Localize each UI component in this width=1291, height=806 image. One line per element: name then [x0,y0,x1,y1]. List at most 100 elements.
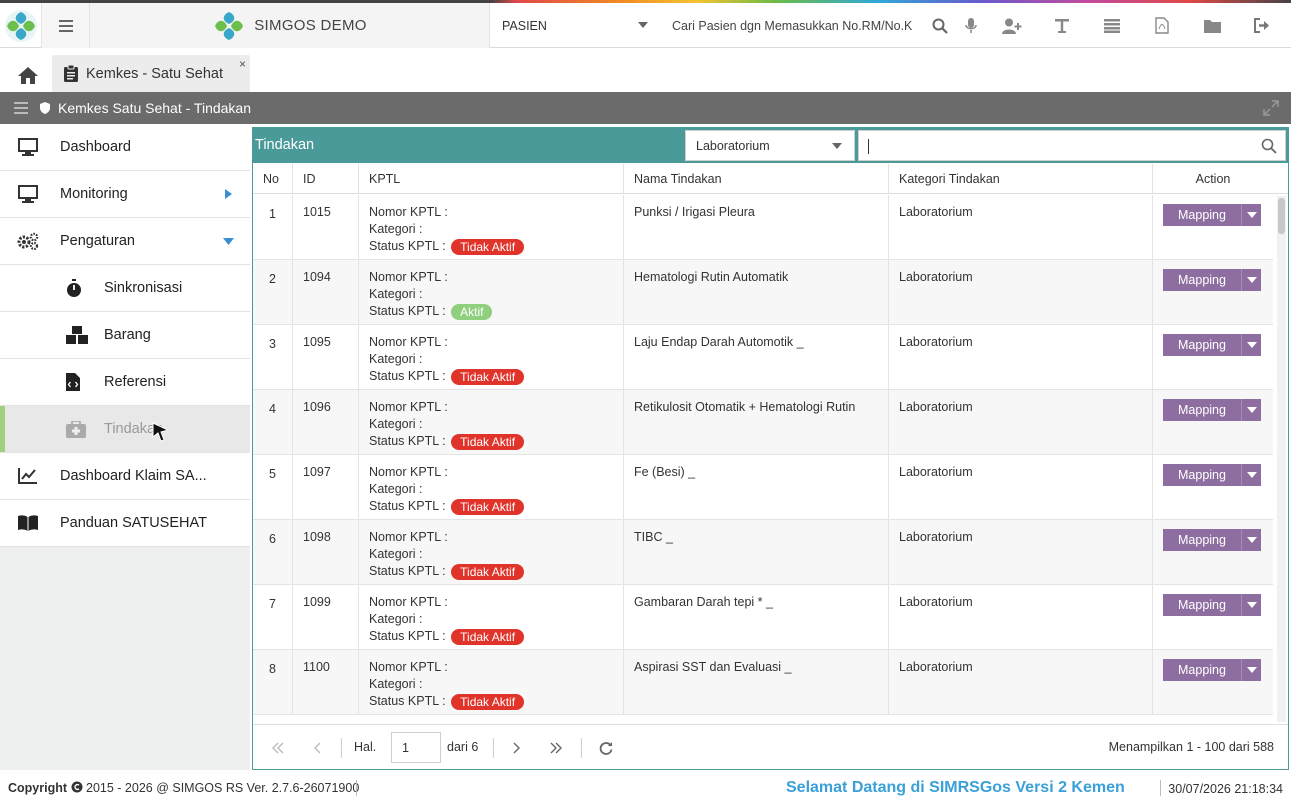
mapping-label: Mapping [1178,533,1226,547]
status-badge: Tidak Aktif [451,563,525,580]
table-row[interactable]: 5 1097 Nomor KPTL : Kategori : Status KPTL :… [253,455,1273,520]
mapping-button[interactable]: Mapping [1163,334,1261,356]
status-badge: Tidak Aktif [451,238,525,255]
column-header-no[interactable]: No [253,164,293,194]
table-row[interactable]: 6 1098 Nomor KPTL : Kategori : Status KPTL :… [253,520,1273,585]
sidebar-item-barang[interactable]: Barang [0,312,250,359]
pdf-icon[interactable] [1137,3,1187,48]
table-row[interactable]: 7 1099 Nomor KPTL : Kategori : Status KPTL :… [253,585,1273,650]
tab-kemkes-satu-sehat[interactable]: Kemkes - Satu Sehat × [52,55,250,92]
chevron-down-icon[interactable] [1241,269,1261,291]
mapping-button[interactable]: Mapping [1163,269,1261,291]
search-icon[interactable] [925,3,955,48]
chevron-down-icon[interactable] [1241,334,1261,356]
search-icon[interactable] [1261,138,1277,154]
scrollbar-thumb[interactable] [1278,198,1285,234]
sidebar-item-tindakan[interactable]: Tindakan [0,406,250,453]
sidebar-item-sinkronisasi[interactable]: Sinkronisasi [0,265,250,312]
mapping-button[interactable]: Mapping [1163,659,1261,681]
text-icon[interactable] [1037,3,1087,48]
list-icon[interactable] [1087,3,1137,48]
kptl-nomor-label: Nomor KPTL : [369,205,448,219]
sidebar-item-dashboard-klaim[interactable]: Dashboard Klaim SA... [0,453,250,500]
sidebar-item-label: Barang [104,327,151,343]
cell-no: 3 [253,325,293,390]
sidebar-item-label: Referensi [104,374,167,390]
pager-separator [581,738,582,758]
table-row[interactable]: 3 1095 Nomor KPTL : Kategori : Status KPTL :… [253,325,1273,390]
mapping-button[interactable]: Mapping [1163,594,1261,616]
chevron-down-icon[interactable] [1241,529,1261,551]
chevron-down-icon[interactable] [1241,204,1261,226]
hamburger-icon[interactable] [14,102,28,114]
column-header-kptl[interactable]: KPTL [359,164,624,194]
menu-toggle-button[interactable] [42,3,90,48]
cell-nama-tindakan: Laju Endap Darah Automotik _ [624,325,889,390]
cell-action: Mapping [1153,325,1273,390]
cell-nama-tindakan: Fe (Besi) _ [624,455,889,520]
chevron-down-icon[interactable] [1241,464,1261,486]
mapping-button[interactable]: Mapping [1163,529,1261,551]
sidebar-item-referensi[interactable]: Referensi [0,359,250,406]
prev-page-button[interactable] [306,738,328,758]
microphone-icon[interactable] [955,3,987,48]
kptl-kategori-label: Kategori : [369,612,423,626]
chevron-down-icon[interactable] [1241,594,1261,616]
cell-no: 7 [253,585,293,650]
sidebar-item-panduan[interactable]: Panduan SATUSEHAT [0,500,250,547]
add-user-icon[interactable] [987,3,1037,48]
medkit-icon [66,420,86,438]
column-header-nama-tindakan[interactable]: Nama Tindakan [624,164,889,194]
folder-icon[interactable] [1187,3,1237,48]
column-header-id[interactable]: ID [293,164,359,194]
table-row[interactable]: 2 1094 Nomor KPTL : Kategori : Status KPTL :… [253,260,1273,325]
mapping-label: Mapping [1178,598,1226,612]
table-header: No ID KPTL Nama Tindakan Kategori Tindak… [253,164,1288,194]
welcome-marquee: Selamat Datang di SIMRSGos Versi 2 Kemen [786,779,1125,796]
status-badge: Tidak Aktif [451,628,525,645]
mapping-button[interactable]: Mapping [1163,464,1261,486]
next-page-button[interactable] [506,738,528,758]
table-row[interactable]: 8 1100 Nomor KPTL : Kategori : Status KPTL :… [253,650,1273,715]
kptl-nomor-label: Nomor KPTL : [369,400,448,414]
app-logo[interactable] [0,3,42,48]
table-row[interactable]: 1 1015 Nomor KPTL : Kategori : Status KPTL :… [253,195,1273,260]
table-row[interactable]: 4 1096 Nomor KPTL : Kategori : Status KPTL :… [253,390,1273,455]
expand-icon[interactable] [1263,100,1279,116]
last-page-button[interactable] [545,738,567,758]
cell-no: 6 [253,520,293,585]
chevron-down-icon[interactable] [1241,399,1261,421]
patient-type-select[interactable]: PASIEN [490,3,660,48]
cell-nama-tindakan: TIBC _ [624,520,889,585]
close-tab-button[interactable]: × [239,57,246,71]
sidebar-item-dashboard[interactable]: Dashboard [0,124,250,171]
mapping-label: Mapping [1178,338,1226,352]
kptl-kategori-label: Kategori : [369,352,423,366]
mapping-button[interactable]: Mapping [1163,204,1261,226]
patient-type-value: PASIEN [502,18,547,33]
logout-icon[interactable] [1237,3,1287,48]
cell-no: 2 [253,260,293,325]
kptl-status-label: Status KPTL : [369,694,446,708]
sidebar-item-monitoring[interactable]: Monitoring [0,171,250,218]
patient-search-input[interactable]: Cari Pasien dgn Memasukkan No.RM/No.K [668,3,918,48]
category-select[interactable]: Laboratorium [685,130,855,161]
table-search-input[interactable] [858,130,1286,161]
refresh-button[interactable] [595,738,617,758]
mapping-button[interactable]: Mapping [1163,399,1261,421]
cell-nama-tindakan: Aspirasi SST dan Evaluasi _ [624,650,889,715]
chevron-down-icon[interactable] [1241,659,1261,681]
cell-no: 4 [253,390,293,455]
sidebar-item-pengaturan[interactable]: Pengaturan [0,218,250,265]
kptl-nomor-label: Nomor KPTL : [369,465,448,479]
table-row[interactable] [253,715,1273,723]
home-tab[interactable] [8,59,48,92]
page-number-input[interactable]: 1 [391,732,441,763]
cell-kptl: Nomor KPTL : Kategori : Status KPTL : Tida… [359,325,624,390]
kptl-kategori-label: Kategori : [369,287,423,301]
column-header-kategori[interactable]: Kategori Tindakan [889,164,1153,194]
logo-icon [4,9,37,42]
first-page-button[interactable] [267,738,289,758]
cell-action: Mapping [1153,650,1273,715]
vertical-scrollbar[interactable] [1277,196,1286,722]
